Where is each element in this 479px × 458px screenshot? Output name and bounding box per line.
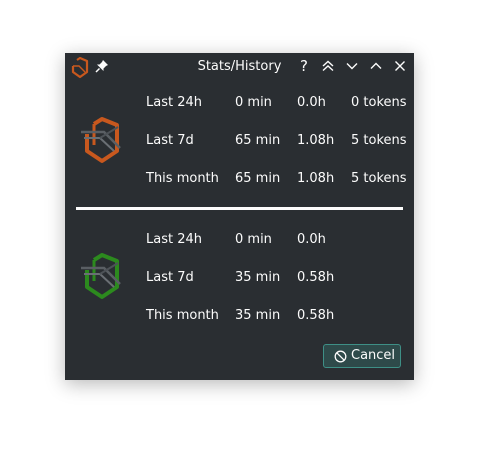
- tokens-value: 5 tokens: [351, 133, 407, 148]
- keep-above-icon[interactable]: [320, 58, 336, 74]
- orange-shield-logo-icon: [81, 117, 121, 163]
- period-label: Last 7d: [146, 270, 194, 285]
- green-shield-logo-icon: [81, 253, 121, 299]
- stats-row: Last 7d 65 min 1.08h 5 tokens: [146, 133, 414, 151]
- minutes-value: 65 min: [235, 133, 281, 148]
- cancel-button-label: Cancel: [351, 348, 396, 363]
- keep-below-icon[interactable]: [344, 58, 360, 74]
- pin-icon[interactable]: [95, 59, 109, 73]
- close-icon[interactable]: [392, 58, 408, 74]
- cancel-button[interactable]: Cancel: [323, 344, 401, 368]
- titlebar: Stats/History ?: [65, 53, 414, 81]
- period-label: Last 7d: [146, 133, 194, 148]
- tokens-value: 0 tokens: [351, 95, 407, 110]
- hours-value: 1.08h: [297, 171, 335, 186]
- help-icon[interactable]: ?: [296, 58, 312, 74]
- hours-value: 0.58h: [297, 270, 335, 285]
- tokens-value: 5 tokens: [351, 171, 407, 186]
- section-divider: [76, 207, 403, 210]
- window-title: Stats/History: [197, 59, 282, 74]
- cancel-icon: [334, 350, 347, 363]
- stats-history-window: Stats/History ? Last 24h 0 min 0.0h 0 to…: [65, 53, 414, 380]
- minutes-value: 65 min: [235, 171, 281, 186]
- period-label: This month: [146, 308, 219, 323]
- maximize-icon[interactable]: [368, 58, 384, 74]
- stats-row: This month 35 min 0.58h: [146, 308, 414, 326]
- minutes-value: 35 min: [235, 308, 281, 323]
- hours-value: 0.58h: [297, 308, 335, 323]
- app-logo-icon: [71, 57, 89, 79]
- stats-row: Last 24h 0 min 0.0h 0 tokens: [146, 95, 414, 113]
- hours-value: 0.0h: [297, 95, 326, 110]
- stats-row: This month 65 min 1.08h 5 tokens: [146, 171, 414, 189]
- minutes-value: 0 min: [235, 232, 272, 247]
- minutes-value: 35 min: [235, 270, 281, 285]
- period-label: This month: [146, 171, 219, 186]
- period-label: Last 24h: [146, 232, 202, 247]
- minutes-value: 0 min: [235, 95, 272, 110]
- stats-row: Last 24h 0 min 0.0h: [146, 232, 414, 250]
- hours-value: 1.08h: [297, 133, 335, 148]
- stats-row: Last 7d 35 min 0.58h: [146, 270, 414, 288]
- hours-value: 0.0h: [297, 232, 326, 247]
- period-label: Last 24h: [146, 95, 202, 110]
